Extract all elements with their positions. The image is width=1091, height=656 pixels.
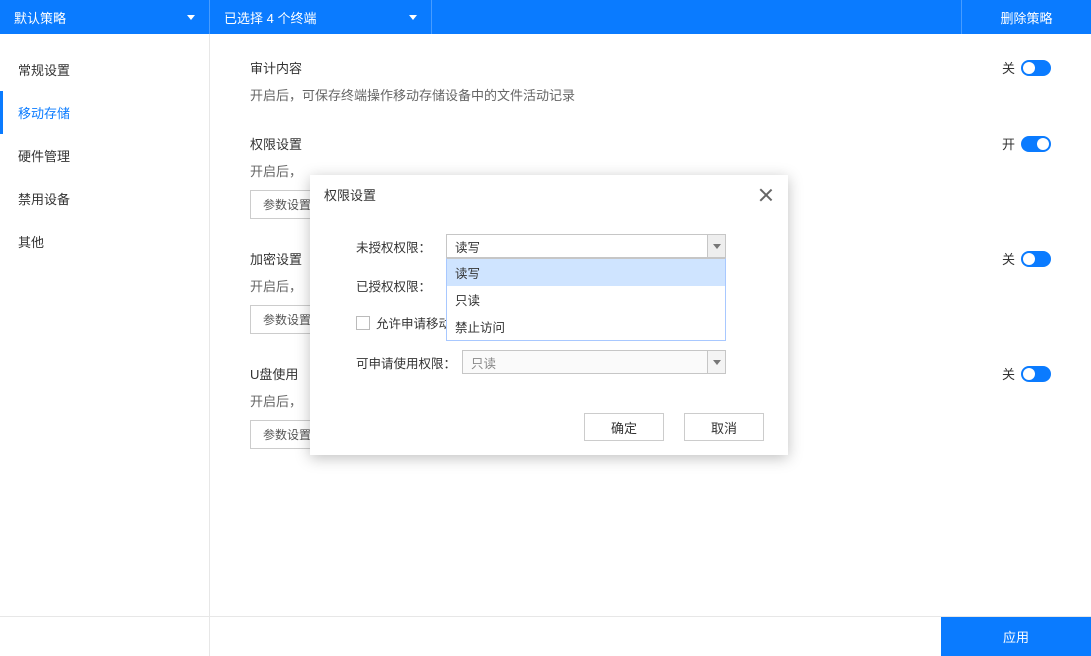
unauth-label: 未授权权限： xyxy=(356,237,446,256)
dropdown-option[interactable]: 读写 xyxy=(447,259,725,286)
allow-apply-checkbox[interactable] xyxy=(356,316,370,330)
modal-title: 权限设置 xyxy=(324,185,376,204)
auth-label: 已授权权限： xyxy=(356,276,446,295)
unauth-select-value: 读写 xyxy=(455,237,480,256)
dropdown-button[interactable] xyxy=(707,235,725,257)
cancel-button[interactable]: 取消 xyxy=(684,413,764,441)
dropdown-button[interactable] xyxy=(707,351,725,373)
dropdown-option[interactable]: 禁止访问 xyxy=(447,313,725,340)
request-select[interactable]: 只读 xyxy=(462,350,726,374)
unauth-dropdown: 读写 只读 禁止访问 xyxy=(446,258,726,341)
ok-label: 确定 xyxy=(611,418,637,437)
chevron-down-icon xyxy=(713,244,721,249)
ok-button[interactable]: 确定 xyxy=(584,413,664,441)
unauth-select[interactable]: 读写 xyxy=(446,234,726,258)
close-icon[interactable] xyxy=(758,187,774,203)
modal-overlay: 权限设置 未授权权限： 读写 读写 只读 禁止访问 xyxy=(0,0,1091,656)
chevron-down-icon xyxy=(713,360,721,365)
dropdown-option[interactable]: 只读 xyxy=(447,286,725,313)
request-select-value: 只读 xyxy=(471,353,496,372)
request-label: 可申请使用权限： xyxy=(356,353,462,372)
cancel-label: 取消 xyxy=(711,418,737,437)
permission-modal: 权限设置 未授权权限： 读写 读写 只读 禁止访问 xyxy=(310,175,788,455)
